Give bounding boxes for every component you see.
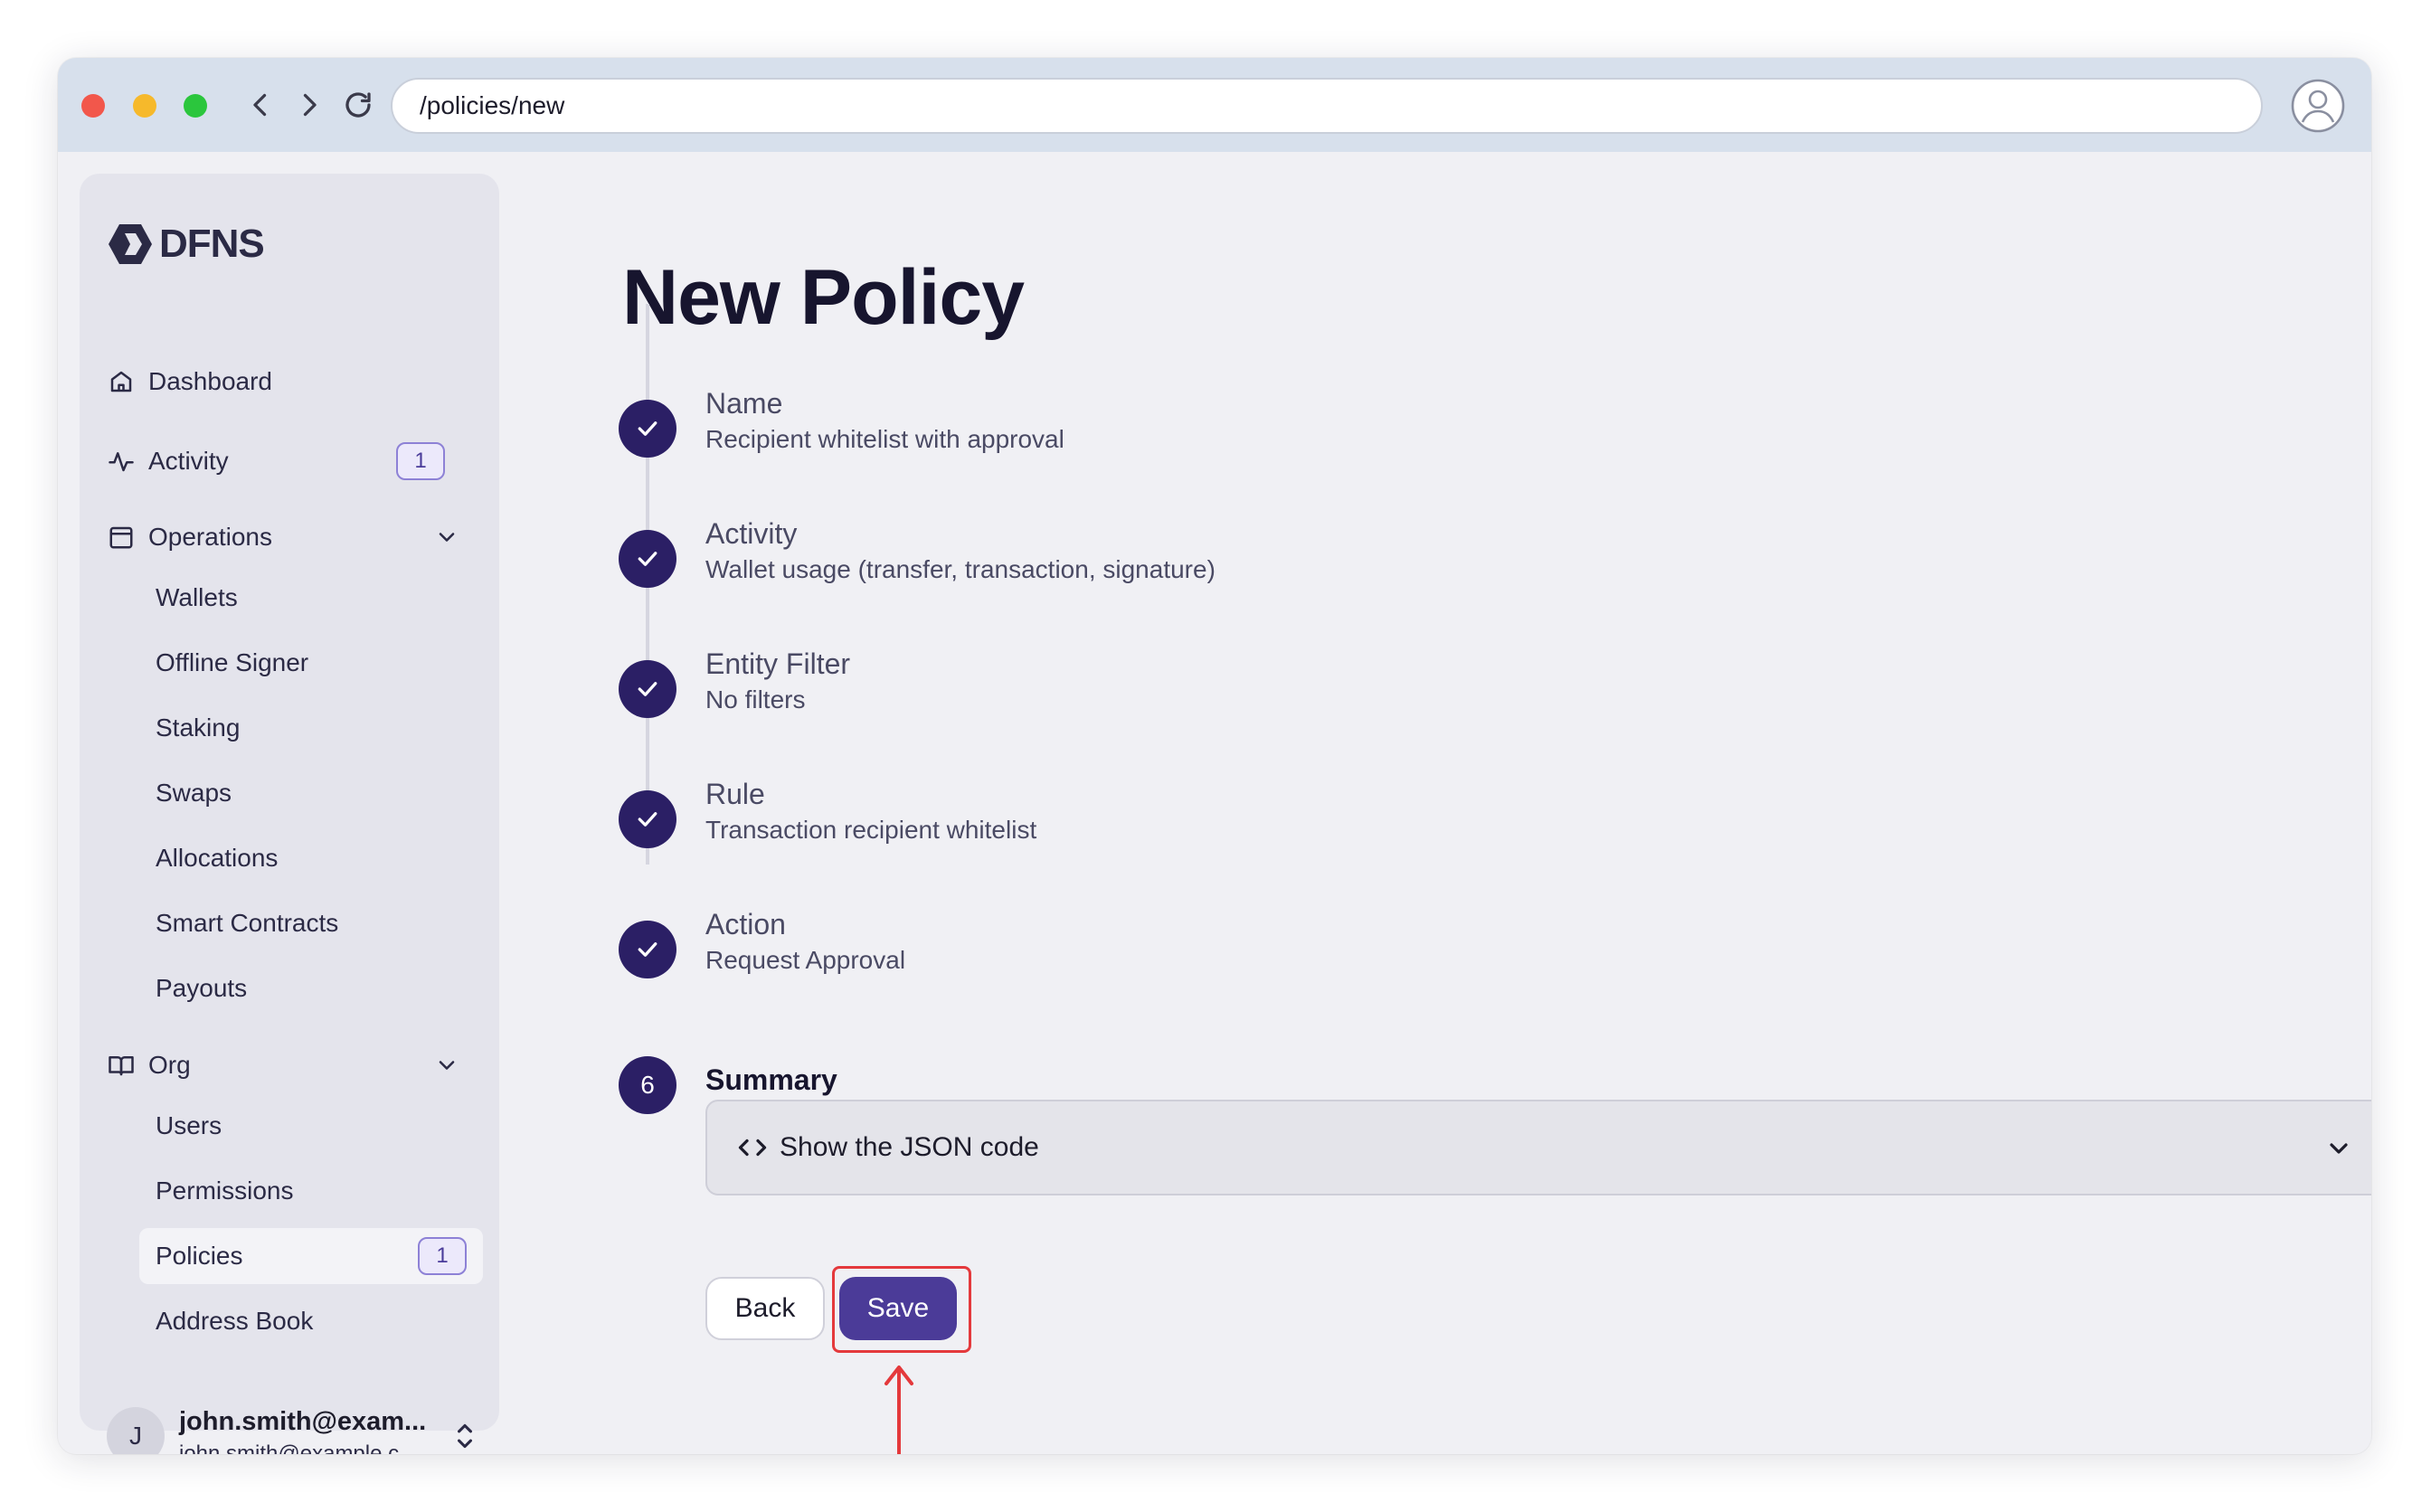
dfns-logo[interactable]: DFNS (107, 221, 265, 268)
step-value: No filters (705, 685, 806, 713)
sidebar-item-offline-signer[interactable]: Offline Signer (139, 635, 483, 691)
sidebar-item-payouts[interactable]: Payouts (139, 960, 483, 1016)
chevron-down-icon[interactable] (434, 524, 459, 550)
maximize-window-button[interactable] (184, 94, 207, 118)
avatar: J (107, 1407, 165, 1454)
sidebar-item-permissions[interactable]: Permissions (139, 1163, 483, 1219)
address-bar-url: /policies/new (420, 91, 565, 119)
step-complete-check-icon (619, 790, 676, 848)
step-title: Entity Filter (705, 647, 851, 680)
sidebar-item-label: Dashboard (148, 367, 272, 395)
sidebar-item-operations[interactable]: Operations (107, 512, 474, 562)
user-menu[interactable]: J john.smith@exam... john.smith@example.… (107, 1400, 487, 1454)
step-title: Name (705, 387, 783, 420)
chevron-up-down-icon[interactable] (450, 1420, 479, 1452)
book-icon (107, 1051, 136, 1080)
sidebar-item-label: Wallets (156, 583, 238, 611)
sidebar-item-label: Permissions (156, 1177, 294, 1205)
back-button[interactable]: Back (705, 1277, 825, 1340)
step-number: 6 (619, 1056, 676, 1114)
step-title: Action (705, 908, 786, 940)
sidebar-item-label: Policies (156, 1242, 243, 1270)
user-name: john.smith@exam... (179, 1407, 427, 1436)
step-complete-check-icon (619, 921, 676, 978)
page-title: New Policy (622, 254, 1025, 341)
step-entity-filter[interactable]: Entity Filter No filters (619, 647, 2371, 751)
sidebar-item-staking[interactable]: Staking (139, 700, 483, 756)
activity-pulse-icon (107, 447, 136, 476)
sidebar-item-activity[interactable]: Activity 1 (107, 436, 474, 487)
sidebar-item-smart-contracts[interactable]: Smart Contracts (139, 895, 483, 951)
sidebar-item-label: Smart Contracts (156, 909, 339, 937)
chevron-down-icon (2330, 1143, 2348, 1154)
step-title: Activity (705, 517, 798, 550)
step-value: Wallet usage (transfer, transaction, sig… (705, 555, 1216, 583)
sidebar: DFNS Dashboard Activity 1 Operations Wal… (80, 174, 499, 1454)
json-toggle-label: Show the JSON code (780, 1132, 1039, 1162)
step-complete-check-icon (619, 400, 676, 458)
save-button[interactable]: Save (839, 1277, 957, 1340)
step-activity[interactable]: Activity Wallet usage (transfer, transac… (619, 517, 2371, 620)
sidebar-item-wallets[interactable]: Wallets (139, 570, 483, 626)
sidebar-item-label: Org (148, 1051, 191, 1079)
policies-count-badge: 1 (418, 1237, 467, 1275)
show-json-code-toggle[interactable]: Show the JSON code (705, 1100, 2371, 1195)
sidebar-item-label: Activity (148, 447, 229, 475)
reload-icon[interactable] (338, 85, 378, 125)
step-title: Summary (705, 1063, 837, 1096)
back-arrow-icon[interactable] (241, 85, 280, 125)
code-brackets-icon (738, 1139, 767, 1157)
chevron-down-icon[interactable] (434, 1053, 459, 1078)
sidebar-item-label: Staking (156, 713, 241, 742)
sidebar-item-label: Swaps (156, 779, 232, 807)
browser-toolbar: /policies/new (58, 58, 2371, 152)
sidebar-item-label: Payouts (156, 974, 248, 1002)
user-profile-icon[interactable] (2290, 78, 2346, 134)
sidebar-item-label: Operations (148, 523, 272, 551)
sidebar-item-users[interactable]: Users (139, 1098, 483, 1154)
sidebar-item-address-book[interactable]: Address Book (139, 1293, 483, 1349)
step-value: Request Approval (705, 946, 906, 974)
sidebar-item-org[interactable]: Org (107, 1040, 474, 1091)
sidebar-item-allocations[interactable]: Allocations (139, 830, 483, 886)
home-icon (107, 367, 136, 396)
user-email: john.smith@example.c... (179, 1441, 418, 1454)
logo-text: DFNS (159, 222, 265, 266)
sidebar-item-label: Address Book (156, 1307, 314, 1335)
step-action[interactable]: Action Request Approval (619, 908, 2371, 1011)
step-complete-check-icon (619, 660, 676, 718)
step-name[interactable]: Name Recipient whitelist with approval (619, 387, 2371, 490)
sidebar-item-policies[interactable]: Policies 1 (139, 1228, 483, 1284)
minimize-window-button[interactable] (133, 94, 156, 118)
forward-arrow-icon[interactable] (289, 85, 329, 125)
sidebar-item-label: Users (156, 1111, 222, 1139)
step-value: Recipient whitelist with approval (705, 425, 1064, 453)
sidebar-item-swaps[interactable]: Swaps (139, 765, 483, 821)
step-rule[interactable]: Rule Transaction recipient whitelist (619, 778, 2371, 881)
activity-count-badge: 1 (396, 442, 445, 480)
sidebar-item-label: Offline Signer (156, 648, 309, 676)
browser-window: /policies/new DFNS Dashboard Activity 1 … (58, 58, 2371, 1454)
calendar-icon (107, 523, 136, 552)
step-complete-check-icon (619, 530, 676, 588)
sidebar-item-dashboard[interactable]: Dashboard (107, 356, 474, 407)
address-bar[interactable]: /policies/new (391, 78, 2263, 134)
annotation-arrow-icon (884, 1366, 913, 1454)
sidebar-item-label: Allocations (156, 844, 279, 872)
step-title: Rule (705, 778, 765, 810)
dfns-logo-icon (109, 224, 152, 264)
step-value: Transaction recipient whitelist (705, 816, 1037, 844)
close-window-button[interactable] (81, 94, 105, 118)
